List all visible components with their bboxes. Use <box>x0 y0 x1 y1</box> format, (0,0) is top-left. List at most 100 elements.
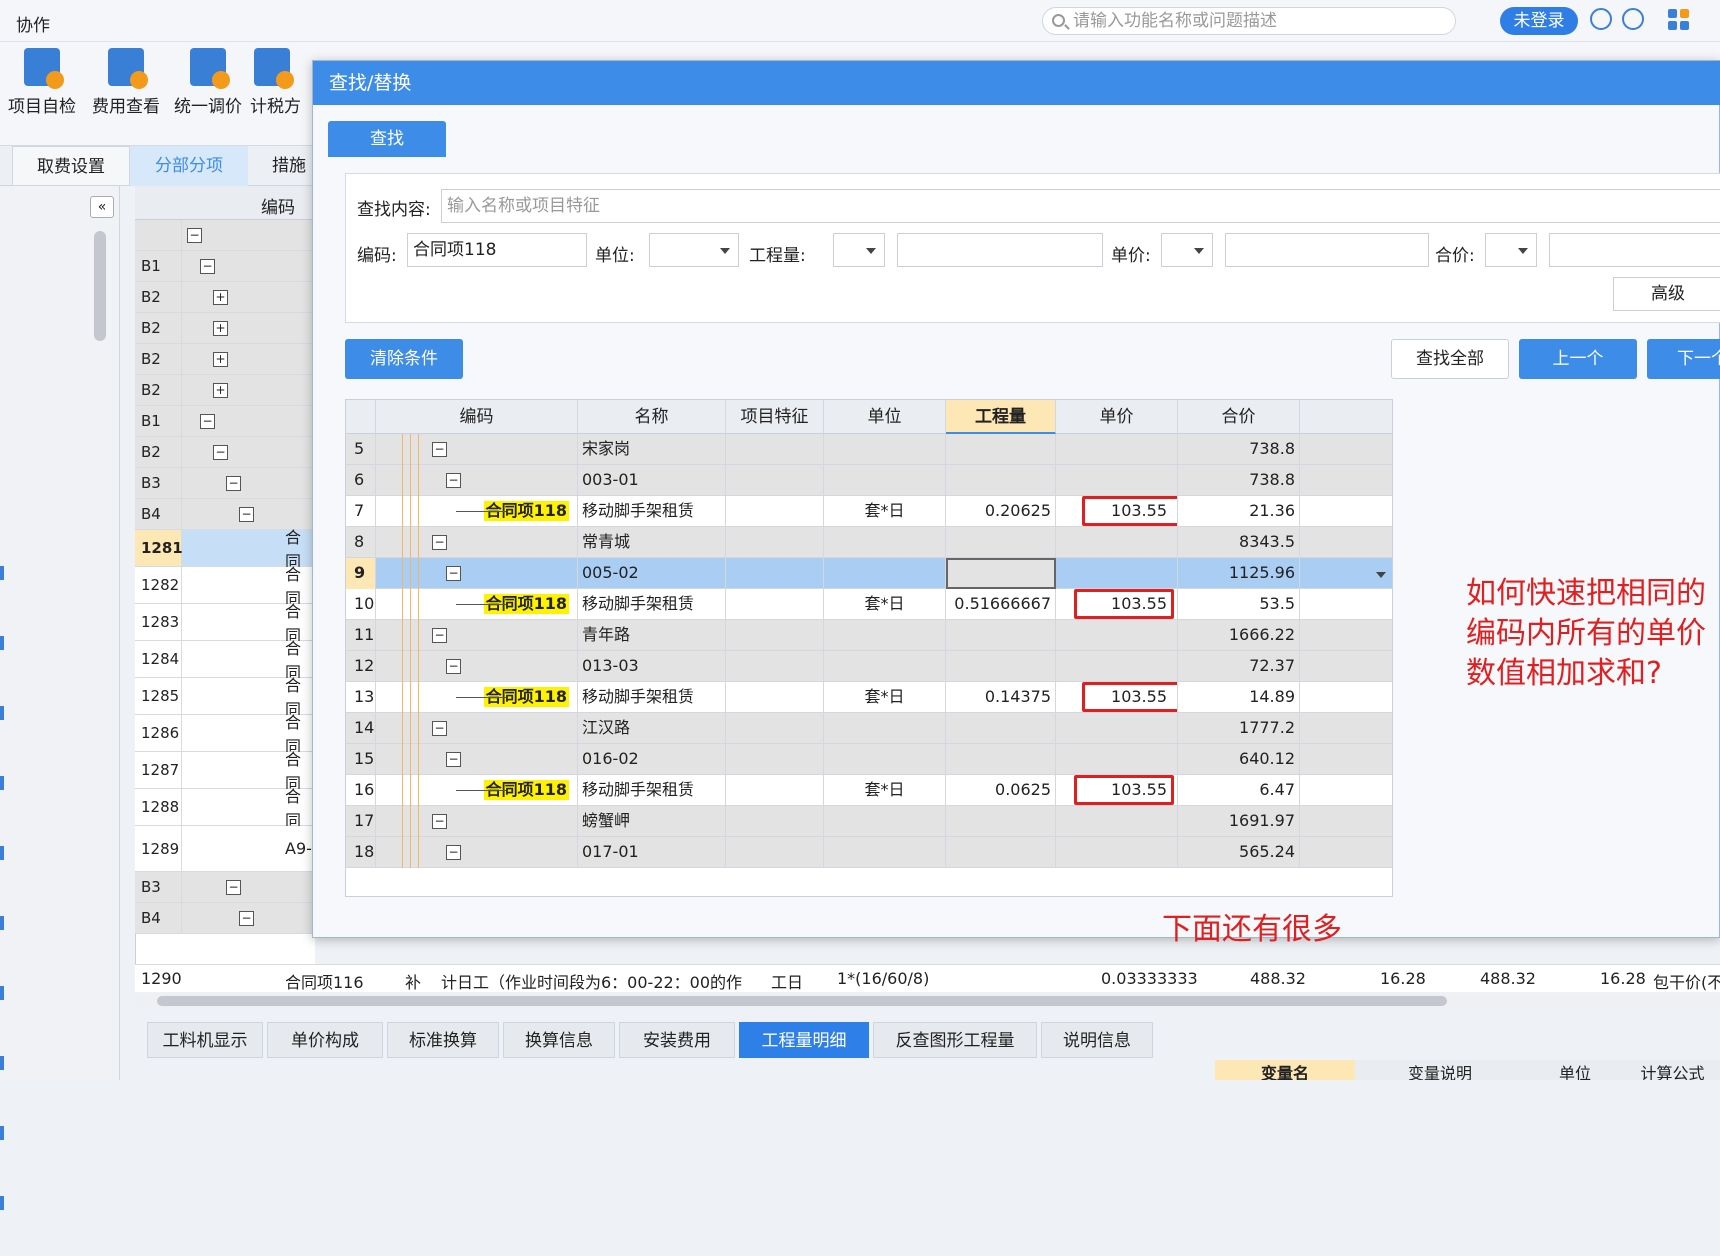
tree-toggle-icon[interactable]: + <box>213 290 228 305</box>
unit-select[interactable] <box>649 233 739 267</box>
tree-toggle-icon[interactable]: − <box>226 476 241 491</box>
tree-line <box>456 697 506 698</box>
headset-icon[interactable] <box>1590 8 1612 30</box>
tab-description[interactable]: 说明信息 <box>1041 1022 1153 1058</box>
col-unit[interactable]: 单位 <box>824 400 946 434</box>
find-content-input[interactable]: 输入名称或项目特征 <box>441 189 1720 223</box>
tab-fee-settings[interactable]: 取费设置 <box>12 146 130 186</box>
find-all-button[interactable]: 查找全部 <box>1391 339 1509 379</box>
table-row[interactable]: − <box>135 220 315 251</box>
tab-measures[interactable]: 措施 <box>250 146 312 186</box>
help-icon[interactable] <box>1622 8 1644 30</box>
result-row[interactable]: 13 合同项118 移动脚手架租赁 套*日 0.14375 103.55 14.89 <box>346 682 1392 713</box>
tree-toggle-icon[interactable]: − <box>187 228 202 243</box>
tab-unit-price[interactable]: 单价构成 <box>267 1022 383 1058</box>
project-check-button[interactable]: 项目自检 <box>2 48 82 117</box>
collapse-panel-button[interactable]: « <box>90 196 114 218</box>
tree-toggle-icon[interactable]: + <box>213 352 228 367</box>
results-grid: 编码 名称 项目特征 单位 工程量 单价 合价 5 − 宋家岗 738.8 6 − 003-… <box>345 399 1393 897</box>
apps-grid-icon[interactable] <box>1668 9 1690 31</box>
result-row[interactable]: 6 − 003-01 738.8 <box>346 465 1392 496</box>
tab-find[interactable]: 查找 <box>328 121 446 157</box>
tree-toggle-icon[interactable]: − <box>239 911 254 926</box>
unified-price-button[interactable]: 统一调价 <box>168 48 248 117</box>
login-button[interactable]: 未登录 <box>1500 7 1578 35</box>
result-row[interactable]: 15 − 016-02 640.12 <box>346 744 1392 775</box>
row-number: B3 <box>135 872 182 902</box>
tree-toggle-icon[interactable]: − <box>432 814 447 829</box>
code-input[interactable]: 合同项118 <box>407 233 587 267</box>
table-row[interactable]: B1 − <box>135 251 315 282</box>
table-row[interactable]: B4 − <box>135 903 315 934</box>
result-row[interactable]: 11 − 青年路 1666.22 <box>346 620 1392 651</box>
tab-graphic-quantity[interactable]: 反查图形工程量 <box>873 1022 1037 1058</box>
quantity-operator-select[interactable] <box>833 233 885 267</box>
unit-cell <box>824 620 946 651</box>
tree-toggle-icon[interactable]: − <box>239 507 254 522</box>
tab-conversion-info[interactable]: 换算信息 <box>503 1022 615 1058</box>
table-row[interactable]: B3 − <box>135 872 315 903</box>
col-price[interactable]: 单价 <box>1056 400 1178 434</box>
result-row[interactable]: 9 − 005-02 1125.96 <box>346 558 1392 589</box>
table-row[interactable]: 1289 A9- <box>135 826 315 872</box>
tab-standard-conversion[interactable]: 标准换算 <box>387 1022 499 1058</box>
function-search-input[interactable]: 请输入功能名称或问题描述 <box>1042 7 1456 35</box>
tree-toggle-icon[interactable]: − <box>446 752 461 767</box>
price-input[interactable] <box>1225 233 1429 267</box>
tree-toggle-icon[interactable]: − <box>213 445 228 460</box>
col-feature[interactable]: 项目特征 <box>726 400 824 434</box>
table-row[interactable]: B2 + <box>135 344 315 375</box>
tree-toggle-icon[interactable]: − <box>446 473 461 488</box>
advanced-button[interactable]: 高级 <box>1613 277 1720 311</box>
result-row[interactable]: 10 合同项118 移动脚手架租赁 套*日 0.51666667 103.55 53.5 <box>346 589 1392 620</box>
result-row[interactable]: 7 合同项118 移动脚手架租赁 套*日 0.20625 103.55 21.36 <box>346 496 1392 527</box>
result-row[interactable]: 12 − 013-03 72.37 <box>346 651 1392 682</box>
table-row[interactable]: B2 − <box>135 437 315 468</box>
tree-toggle-icon[interactable]: − <box>432 721 447 736</box>
table-row[interactable]: B1 − <box>135 406 315 437</box>
tree-toggle-icon[interactable]: − <box>200 259 215 274</box>
total-input[interactable] <box>1549 233 1720 267</box>
tab-sub-items[interactable]: 分部分项 <box>130 146 248 186</box>
result-row[interactable]: 14 − 江汉路 1777.2 <box>346 713 1392 744</box>
tree-toggle-icon[interactable]: − <box>432 442 447 457</box>
col-total[interactable]: 合价 <box>1178 400 1300 434</box>
tree-toggle-icon[interactable]: − <box>446 566 461 581</box>
result-row[interactable]: 8 − 常青城 8343.5 <box>346 527 1392 558</box>
previous-button[interactable]: 上一个 <box>1519 339 1637 379</box>
tax-method-button[interactable]: 计税方 <box>250 48 312 117</box>
col-quantity[interactable]: 工程量 <box>946 400 1056 434</box>
tree-toggle-icon[interactable]: − <box>432 628 447 643</box>
tab-quantity-detail[interactable]: 工程量明细 <box>739 1022 869 1058</box>
tree-toggle-icon[interactable]: − <box>200 414 215 429</box>
cost-view-button[interactable]: 费用查看 <box>86 48 166 117</box>
tree-toggle-icon[interactable]: − <box>432 535 447 550</box>
table-row[interactable]: 1288 合同 <box>135 787 315 830</box>
tree-toggle-icon[interactable]: − <box>446 845 461 860</box>
tab-labor-material[interactable]: 工料机显示 <box>147 1022 263 1058</box>
tree-toggle-icon[interactable]: + <box>213 321 228 336</box>
table-row[interactable]: B3 − <box>135 468 315 499</box>
table-row[interactable]: B2 + <box>135 375 315 406</box>
total-operator-select[interactable] <box>1485 233 1537 267</box>
result-row[interactable]: 5 − 宋家岗 738.8 <box>346 434 1392 465</box>
table-row[interactable]: 1290 合同项116 补 计日工（作业时间段为6：00-22：00的作 工日 … <box>135 964 1720 992</box>
next-button[interactable]: 下一个 <box>1647 339 1720 379</box>
horizontal-scrollbar[interactable] <box>135 994 1720 1008</box>
table-row[interactable]: B2 + <box>135 313 315 344</box>
tree-toggle-icon[interactable]: + <box>213 383 228 398</box>
result-row[interactable]: 17 − 螃蟹岬 1691.97 <box>346 806 1392 837</box>
quantity-input[interactable] <box>897 233 1103 267</box>
left-scrollbar[interactable] <box>94 231 106 341</box>
result-row[interactable]: 16 合同项118 移动脚手架租赁 套*日 0.0625 103.55 6.47 <box>346 775 1392 806</box>
clear-conditions-button[interactable]: 清除条件 <box>345 339 463 379</box>
scrollbar-thumb[interactable] <box>157 996 1447 1006</box>
tab-install-fee[interactable]: 安装费用 <box>619 1022 735 1058</box>
tree-toggle-icon[interactable]: − <box>226 880 241 895</box>
col-name[interactable]: 名称 <box>578 400 726 434</box>
col-code[interactable]: 编码 <box>376 400 578 434</box>
table-row[interactable]: B2 + <box>135 282 315 313</box>
tree-toggle-icon[interactable]: − <box>446 659 461 674</box>
result-row[interactable]: 18 − 017-01 565.24 <box>346 837 1392 868</box>
price-operator-select[interactable] <box>1161 233 1213 267</box>
